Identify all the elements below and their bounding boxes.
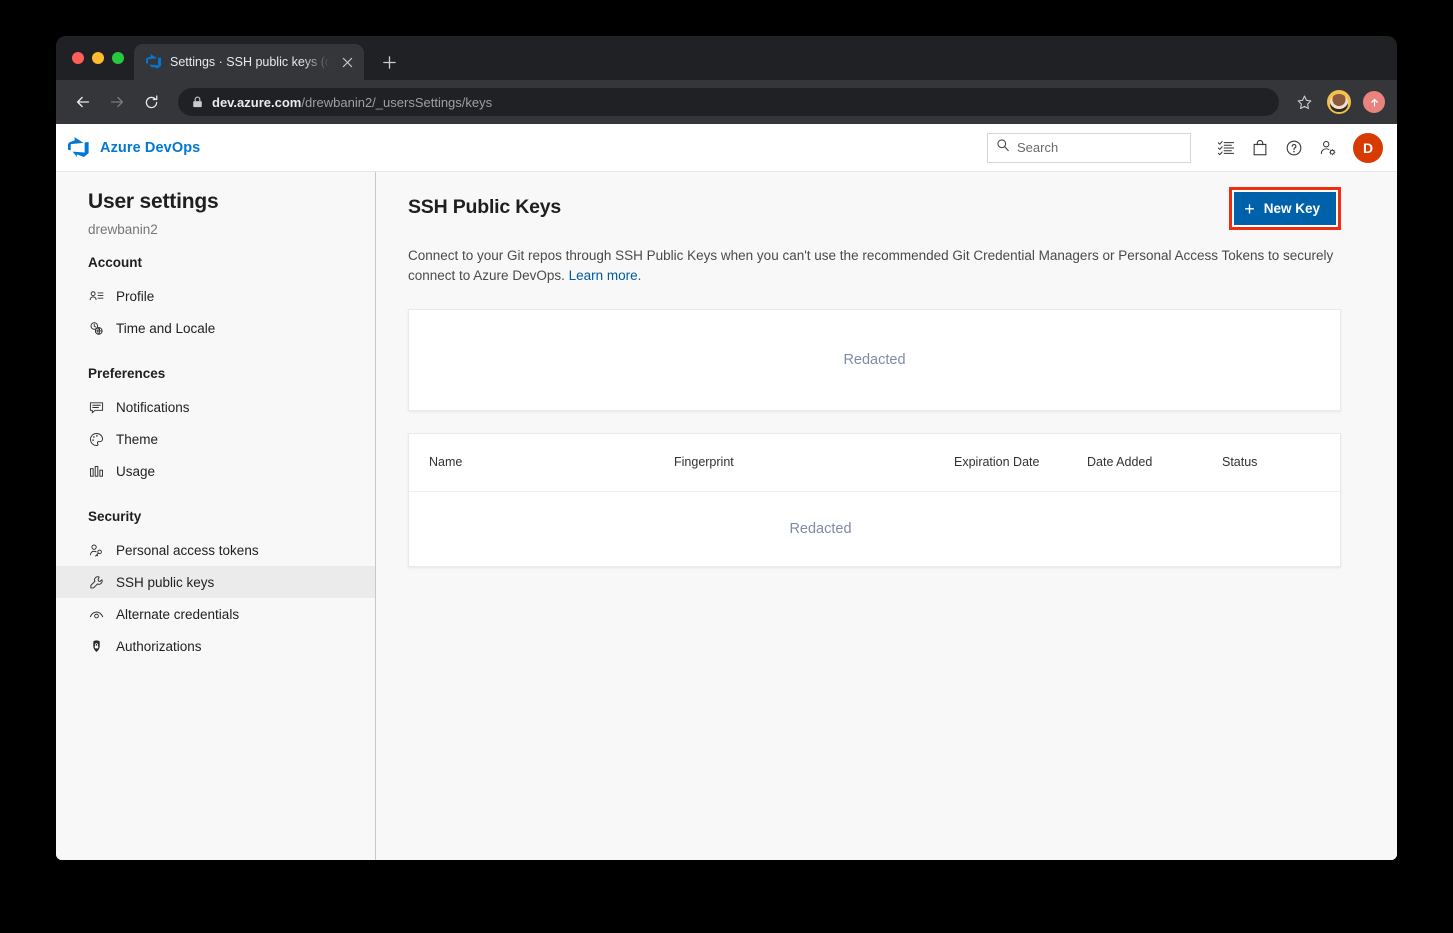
new-key-highlight: + New Key xyxy=(1229,187,1341,230)
url-host: dev.azure.com xyxy=(212,95,301,110)
browser-window: Settings · SSH public keys (dre dev xyxy=(56,36,1397,860)
sidebar-item-time-and-locale[interactable]: Time and Locale xyxy=(56,312,375,344)
sidebar-item-label: Profile xyxy=(116,289,154,304)
avatar[interactable]: D xyxy=(1353,133,1383,163)
table-row: Redacted xyxy=(409,492,1340,566)
description-text: Connect to your Git repos through SSH Pu… xyxy=(408,248,1333,283)
column-header-status[interactable]: Status xyxy=(1222,455,1320,469)
address-bar-url: dev.azure.com/drewbanin2/_usersSettings/… xyxy=(212,95,492,110)
azure-devops-logo-icon[interactable] xyxy=(68,137,90,159)
column-header-fingerprint[interactable]: Fingerprint xyxy=(674,455,954,469)
sidebar-item-usage[interactable]: Usage xyxy=(56,455,375,487)
column-header-date-added[interactable]: Date Added xyxy=(1087,455,1222,469)
plus-icon: + xyxy=(1244,200,1255,218)
help-question-icon[interactable] xyxy=(1277,131,1311,165)
new-key-button-label: New Key xyxy=(1264,201,1320,216)
redacted-table-text: Redacted xyxy=(789,521,851,537)
browser-tab[interactable]: Settings · SSH public keys (dre xyxy=(134,44,364,80)
sidebar: User settings drewbanin2 Account Profile xyxy=(56,172,376,860)
search-placeholder: Search xyxy=(1017,140,1058,155)
sidebar-item-label: Alternate credentials xyxy=(116,607,239,622)
window-traffic-lights xyxy=(68,36,134,80)
azure-devops-brand-label[interactable]: Azure DevOps xyxy=(100,140,200,156)
browser-toolbar: dev.azure.com/drewbanin2/_usersSettings/… xyxy=(56,80,1397,124)
sidebar-item-notifications[interactable]: Notifications xyxy=(56,391,375,423)
close-window-button[interactable] xyxy=(72,52,84,64)
sidebar-item-label: Authorizations xyxy=(116,639,202,654)
person-key-icon xyxy=(88,542,104,558)
arrow-right-icon[interactable] xyxy=(102,87,132,117)
update-arrow-icon[interactable] xyxy=(1363,91,1385,113)
browser-tab-title: Settings · SSH public keys (dre xyxy=(170,55,330,69)
learn-more-link[interactable]: Learn more xyxy=(569,268,638,283)
lock-icon xyxy=(192,96,203,108)
reload-icon[interactable] xyxy=(136,87,166,117)
main-title: SSH Public Keys xyxy=(408,196,1229,219)
minimize-window-button[interactable] xyxy=(92,52,104,64)
browser-tab-strip: Settings · SSH public keys (dre xyxy=(56,36,1397,80)
sidebar-group-preferences: Preferences xyxy=(56,366,375,381)
sidebar-item-authorizations[interactable]: Authorizations xyxy=(56,630,375,662)
palette-icon xyxy=(88,431,104,447)
description-period: . xyxy=(638,268,642,283)
work-items-icon[interactable] xyxy=(1209,131,1243,165)
user-settings-icon[interactable] xyxy=(1311,131,1345,165)
notification-comment-icon xyxy=(88,399,104,415)
ssh-key-icon xyxy=(88,574,104,590)
url-path: /drewbanin2/_usersSettings/keys xyxy=(301,95,492,110)
lock-shield-icon xyxy=(88,638,104,654)
sidebar-group-account: Account xyxy=(56,255,375,270)
maximize-window-button[interactable] xyxy=(112,52,124,64)
search-input[interactable]: Search xyxy=(987,133,1191,163)
sidebar-item-personal-access-tokens[interactable]: Personal access tokens xyxy=(56,534,375,566)
clock-globe-icon xyxy=(88,320,104,336)
sidebar-username: drewbanin2 xyxy=(56,222,375,237)
sidebar-group-security: Security xyxy=(56,509,375,524)
marketplace-bag-icon[interactable] xyxy=(1243,131,1277,165)
ssh-keys-table-card: Name Fingerprint Expiration Date Date Ad… xyxy=(408,433,1341,567)
bar-chart-icon xyxy=(88,463,104,479)
close-icon[interactable] xyxy=(338,53,356,71)
sidebar-item-label: Personal access tokens xyxy=(116,543,259,558)
main-header: SSH Public Keys + New Key xyxy=(408,196,1341,230)
star-icon[interactable] xyxy=(1291,89,1317,115)
sidebar-item-profile[interactable]: Profile xyxy=(56,280,375,312)
page-title: User settings xyxy=(56,190,375,214)
column-header-expiration-date[interactable]: Expiration Date xyxy=(954,455,1087,469)
sidebar-item-label: Time and Locale xyxy=(116,321,215,336)
address-bar[interactable]: dev.azure.com/drewbanin2/_usersSettings/… xyxy=(178,88,1279,116)
search-icon xyxy=(996,138,1010,157)
profile-card-icon xyxy=(88,288,104,304)
new-tab-button[interactable] xyxy=(374,47,404,77)
redacted-banner-text: Redacted xyxy=(843,352,905,368)
eye-icon xyxy=(88,606,104,622)
sidebar-item-theme[interactable]: Theme xyxy=(56,423,375,455)
page-body: User settings drewbanin2 Account Profile xyxy=(56,172,1397,860)
azure-devops-icon xyxy=(146,54,162,70)
profile-avatar-icon[interactable] xyxy=(1327,90,1351,114)
sidebar-item-label: Usage xyxy=(116,464,155,479)
arrow-left-icon[interactable] xyxy=(68,87,98,117)
sidebar-item-label: Theme xyxy=(116,432,158,447)
sidebar-item-label: Notifications xyxy=(116,400,190,415)
new-key-button[interactable]: + New Key xyxy=(1234,192,1336,225)
main-description: Connect to your Git repos through SSH Pu… xyxy=(408,246,1341,287)
main-content: SSH Public Keys + New Key Connect to you… xyxy=(376,172,1397,860)
azure-devops-header: Azure DevOps Search xyxy=(56,124,1397,172)
web-page: Azure DevOps Search xyxy=(56,124,1397,860)
sidebar-item-alternate-credentials[interactable]: Alternate credentials xyxy=(56,598,375,630)
sidebar-item-ssh-public-keys[interactable]: SSH public keys xyxy=(56,566,375,598)
table-header-row: Name Fingerprint Expiration Date Date Ad… xyxy=(409,434,1340,492)
redacted-banner-body: Redacted xyxy=(409,310,1340,410)
redacted-banner-card: Redacted xyxy=(408,309,1341,411)
sidebar-item-label: SSH public keys xyxy=(116,575,214,590)
column-header-name[interactable]: Name xyxy=(429,455,674,469)
